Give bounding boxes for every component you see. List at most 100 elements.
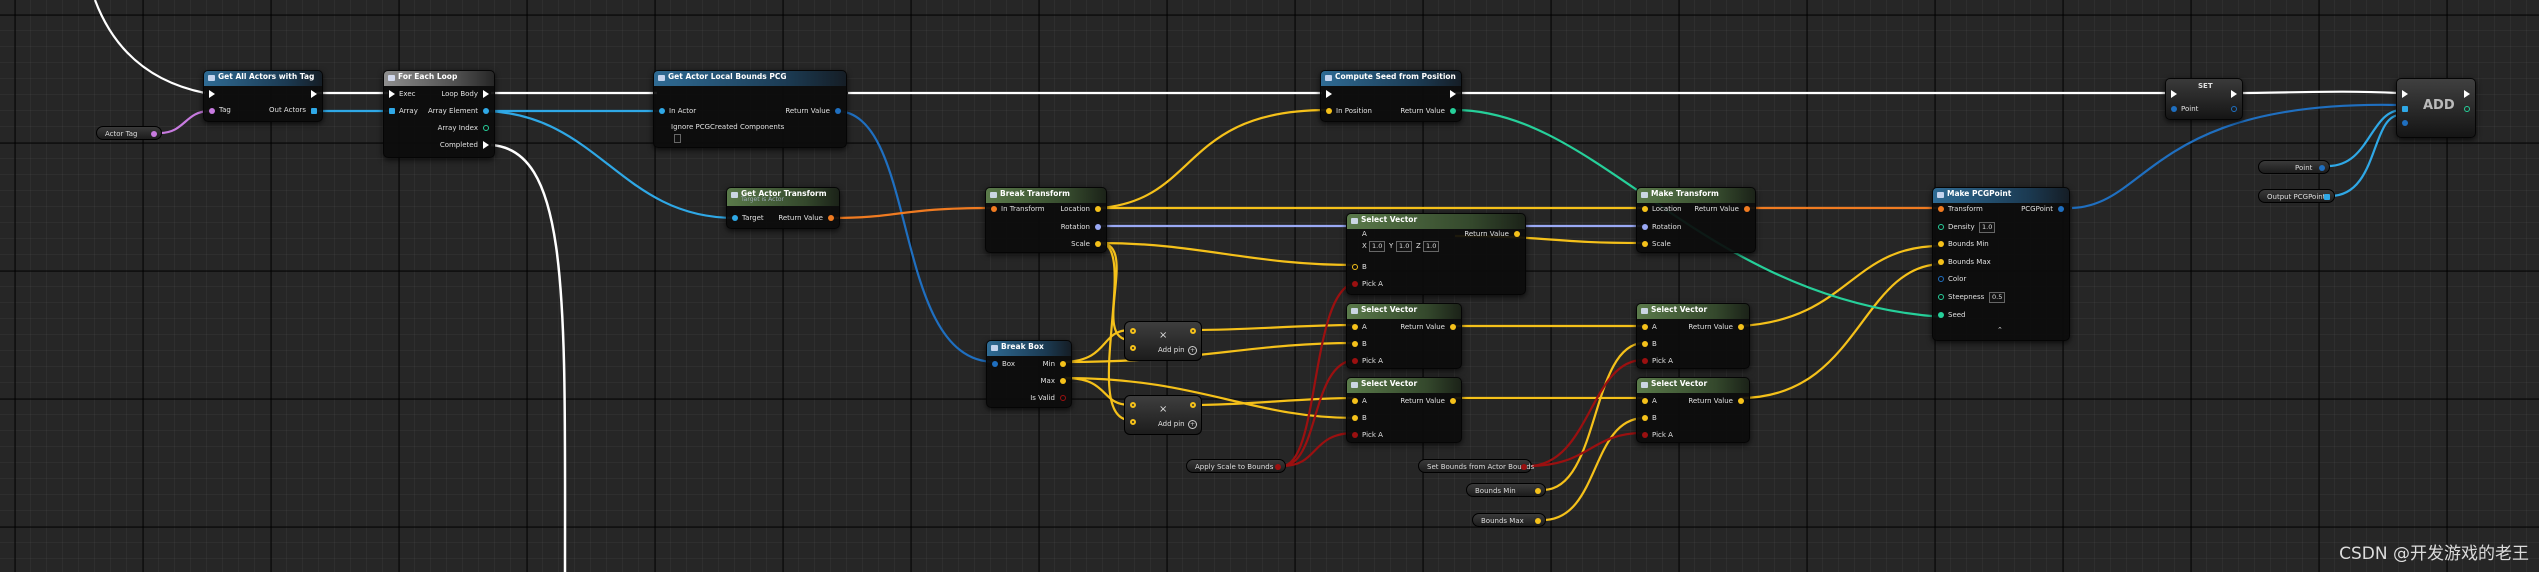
return-value-pin[interactable]	[828, 215, 834, 221]
select-vector-node-2[interactable]: Select Vector A B Pick A Return Value	[1346, 303, 1462, 369]
return-value-pin[interactable]	[1738, 324, 1744, 330]
input-pin-b[interactable]	[1130, 345, 1136, 351]
b-pin[interactable]	[1352, 264, 1358, 270]
bounds-max-variable[interactable]: Bounds Max	[1472, 513, 1546, 527]
add-pin-icon[interactable]: +	[1188, 420, 1197, 429]
pcgpoint-pin[interactable]	[2058, 206, 2064, 212]
a-pin[interactable]	[1352, 398, 1358, 404]
density-field[interactable]: 1.0	[1979, 222, 1996, 233]
select-vector-node-4[interactable]: Select Vector A B Pick A Return Value	[1636, 303, 1750, 369]
actor-tag-variable[interactable]: Actor Tag	[96, 126, 162, 140]
vector-output-pin[interactable]	[1535, 518, 1541, 524]
exec-output-pin[interactable]	[2464, 90, 2470, 98]
break-box-node[interactable]: Break Box Box Min Max Is Valid	[986, 340, 1072, 408]
pick-a-pin[interactable]	[1642, 358, 1648, 364]
b-pin[interactable]	[1352, 415, 1358, 421]
location-pin[interactable]	[1095, 206, 1101, 212]
in-transform-pin[interactable]	[991, 206, 997, 212]
tag-input-pin[interactable]	[209, 108, 215, 114]
select-vector-node-3[interactable]: Select Vector A B Pick A Return Value	[1346, 377, 1462, 443]
set-point-node[interactable]: SET Point	[2165, 78, 2243, 120]
return-value-pin[interactable]	[1450, 108, 1456, 114]
make-pcgpoint-node[interactable]: Make PCGPoint Transform PCGPoint Density…	[1932, 187, 2070, 341]
scale-pin[interactable]	[1642, 241, 1648, 247]
get-actor-local-bounds-node[interactable]: Get Actor Local Bounds PCG In Actor Retu…	[653, 70, 847, 148]
apply-scale-to-bounds-variable[interactable]: Apply Scale to Bounds	[1186, 459, 1286, 473]
location-pin[interactable]	[1642, 206, 1648, 212]
return-value-pin[interactable]	[1450, 324, 1456, 330]
seed-pin[interactable]	[1938, 312, 1944, 318]
bool-output-pin[interactable]	[1275, 464, 1281, 470]
input-pin-b[interactable]	[1130, 419, 1136, 425]
exec-output-pin[interactable]	[1450, 90, 1456, 98]
exec-input-pin[interactable]	[2171, 90, 2177, 98]
multiply-node-1[interactable]: × Add pin +	[1124, 321, 1202, 361]
scale-pin[interactable]	[1095, 241, 1101, 247]
pick-a-pin[interactable]	[1352, 281, 1358, 287]
exec-input-pin[interactable]	[209, 90, 215, 98]
pick-a-pin[interactable]	[1352, 358, 1358, 364]
steepness-field[interactable]: 0.5	[1989, 292, 2006, 303]
set-bounds-from-actor-bounds-variable[interactable]: Set Bounds from Actor Bounds	[1418, 459, 1534, 473]
array-index-pin[interactable]	[483, 125, 489, 131]
b-pin[interactable]	[1642, 415, 1648, 421]
return-value-pin[interactable]	[1738, 398, 1744, 404]
for-each-loop-node[interactable]: For Each Loop Exec Array Loop Body Array…	[383, 70, 495, 158]
transform-pin[interactable]	[1938, 206, 1944, 212]
exec-output-pin[interactable]	[311, 90, 317, 98]
return-value-pin[interactable]	[1514, 231, 1520, 237]
array-element-pin[interactable]	[483, 108, 489, 114]
color-pin[interactable]	[1938, 276, 1944, 282]
exec-input-pin[interactable]	[2402, 90, 2408, 98]
pick-a-pin[interactable]	[1352, 432, 1358, 438]
get-actor-transform-node[interactable]: Get Actor Transform Target is Actor Targe…	[726, 187, 840, 229]
out-actors-pin[interactable]	[311, 108, 317, 114]
a-z-field[interactable]: 1.0	[1423, 241, 1440, 252]
exec-input-pin[interactable]	[389, 90, 395, 98]
bounds-max-pin[interactable]	[1938, 259, 1944, 265]
pick-a-pin[interactable]	[1642, 432, 1648, 438]
select-vector-node-5[interactable]: Select Vector A B Pick A Return Value	[1636, 377, 1750, 443]
loop-body-pin[interactable]	[483, 90, 489, 98]
steepness-pin[interactable]	[1938, 294, 1944, 300]
tag-output-pin[interactable]	[151, 131, 157, 137]
exec-output-pin[interactable]	[2231, 90, 2237, 98]
point-output-pin[interactable]	[2319, 165, 2325, 171]
in-actor-pin[interactable]	[659, 108, 665, 114]
add-array-node[interactable]: ADD	[2396, 78, 2476, 138]
output-points-pin[interactable]	[2324, 194, 2330, 200]
bounds-min-pin[interactable]	[1938, 241, 1944, 247]
add-pin-icon[interactable]: +	[1188, 346, 1197, 355]
b-pin[interactable]	[1642, 341, 1648, 347]
is-valid-pin[interactable]	[1060, 395, 1066, 401]
break-transform-node[interactable]: Break Transform In Transform Location Ro…	[985, 187, 1107, 253]
add-pin-label[interactable]: Add pin	[1158, 346, 1185, 355]
make-transform-node[interactable]: Make Transform Location Rotation Scale R…	[1636, 187, 1756, 253]
input-pin-a[interactable]	[1130, 328, 1136, 334]
add-pin-label[interactable]: Add pin	[1158, 420, 1185, 429]
get-all-actors-with-tag-node[interactable]: Get All Actors with Tag Tag Out Actors	[203, 70, 323, 122]
return-value-pin[interactable]	[835, 108, 841, 114]
min-pin[interactable]	[1060, 361, 1066, 367]
expand-arrow-icon[interactable]: ⌃	[1997, 326, 2003, 335]
output-pcgpoints-variable[interactable]: Output PCGPoints	[2258, 189, 2335, 203]
item-input-pin[interactable]	[2402, 120, 2408, 126]
compute-seed-node[interactable]: Compute Seed from Position In Position R…	[1320, 70, 1462, 122]
in-position-pin[interactable]	[1326, 108, 1332, 114]
max-pin[interactable]	[1060, 378, 1066, 384]
target-pin[interactable]	[732, 215, 738, 221]
a-y-field[interactable]: 1.0	[1396, 241, 1413, 252]
array-input-pin[interactable]	[389, 108, 395, 114]
bounds-min-variable[interactable]: Bounds Min	[1466, 483, 1546, 497]
a-pin[interactable]	[1352, 324, 1358, 330]
rotation-pin[interactable]	[1095, 224, 1101, 230]
exec-input-pin[interactable]	[1326, 90, 1332, 98]
a-pin[interactable]	[1642, 398, 1648, 404]
array-input-pin[interactable]	[2402, 106, 2408, 112]
index-output-pin[interactable]	[2464, 106, 2470, 112]
point-variable[interactable]: Point	[2258, 160, 2330, 174]
multiply-node-2[interactable]: × Add pin +	[1124, 395, 1202, 435]
point-output-pin[interactable]	[2231, 106, 2237, 112]
a-x-field[interactable]: 1.0	[1369, 241, 1386, 252]
vector-output-pin[interactable]	[1535, 488, 1541, 494]
